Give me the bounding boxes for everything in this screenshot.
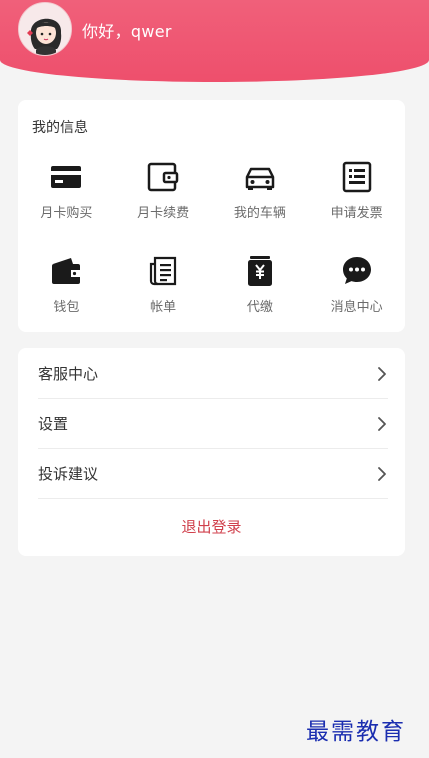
my-info-card: 我的信息 月卡购买 月卡续费 我的车辆 申请发票 钱包 帐单 代缴 消息中心 — [18, 100, 405, 332]
grid-item-bill[interactable]: 帐单 — [115, 254, 212, 322]
grid-item-label: 钱包 — [53, 300, 80, 315]
menu-item-settings[interactable]: 设置 — [38, 399, 388, 449]
grid-item-label: 帐单 — [150, 300, 177, 315]
grid-item-label: 月卡续费 — [137, 206, 190, 221]
card-icon — [51, 166, 82, 188]
yuan-payment-icon — [247, 256, 272, 286]
grid-item-my-vehicle[interactable]: 我的车辆 — [212, 160, 309, 228]
grid-item-proxy-payment[interactable]: 代缴 — [212, 254, 309, 322]
grid-item-message-center[interactable]: 消息中心 — [308, 254, 405, 322]
menu-card: 客服中心 设置 投诉建议 退出登录 — [18, 348, 405, 556]
invoice-icon — [342, 161, 371, 193]
grid-item-monthly-card-purchase[interactable]: 月卡购买 — [18, 160, 115, 228]
greeting-text: 你好，qwer — [82, 22, 172, 41]
menu-item-label: 投诉建议 — [38, 465, 99, 483]
avatar[interactable] — [18, 2, 72, 56]
watermark-text: 最需教育 — [306, 719, 406, 745]
chat-bubble-icon — [342, 257, 371, 284]
grid-item-label: 月卡购买 — [40, 206, 93, 221]
chevron-right-icon — [378, 366, 386, 381]
menu-item-label: 设置 — [38, 415, 69, 433]
grid-item-label: 消息中心 — [330, 300, 383, 315]
my-info-title: 我的信息 — [32, 120, 88, 136]
grid-item-label: 我的车辆 — [233, 206, 286, 221]
logout-button[interactable]: 退出登录 — [18, 516, 405, 537]
menu-item-feedback[interactable]: 投诉建议 — [38, 449, 388, 499]
bill-icon — [150, 256, 177, 286]
grid-item-label: 代缴 — [246, 300, 273, 315]
grid-item-monthly-card-renewal[interactable]: 月卡续费 — [115, 160, 212, 228]
avatar-illustration — [19, 3, 71, 55]
car-icon — [245, 167, 275, 190]
grid-item-wallet[interactable]: 钱包 — [18, 254, 115, 322]
menu-item-customer-service[interactable]: 客服中心 — [38, 349, 388, 399]
wallet-icon — [52, 258, 81, 284]
feature-grid: 月卡购买 月卡续费 我的车辆 申请发票 钱包 帐单 代缴 消息中心 — [18, 160, 405, 322]
menu-item-label: 客服中心 — [38, 365, 99, 383]
profile-header: 你好，qwer — [0, 0, 429, 82]
wallet-card-icon — [147, 162, 179, 192]
grid-item-apply-invoice[interactable]: 申请发票 — [308, 160, 405, 228]
grid-item-label: 申请发票 — [330, 206, 383, 221]
chevron-right-icon — [378, 416, 386, 431]
chevron-right-icon — [378, 466, 386, 481]
